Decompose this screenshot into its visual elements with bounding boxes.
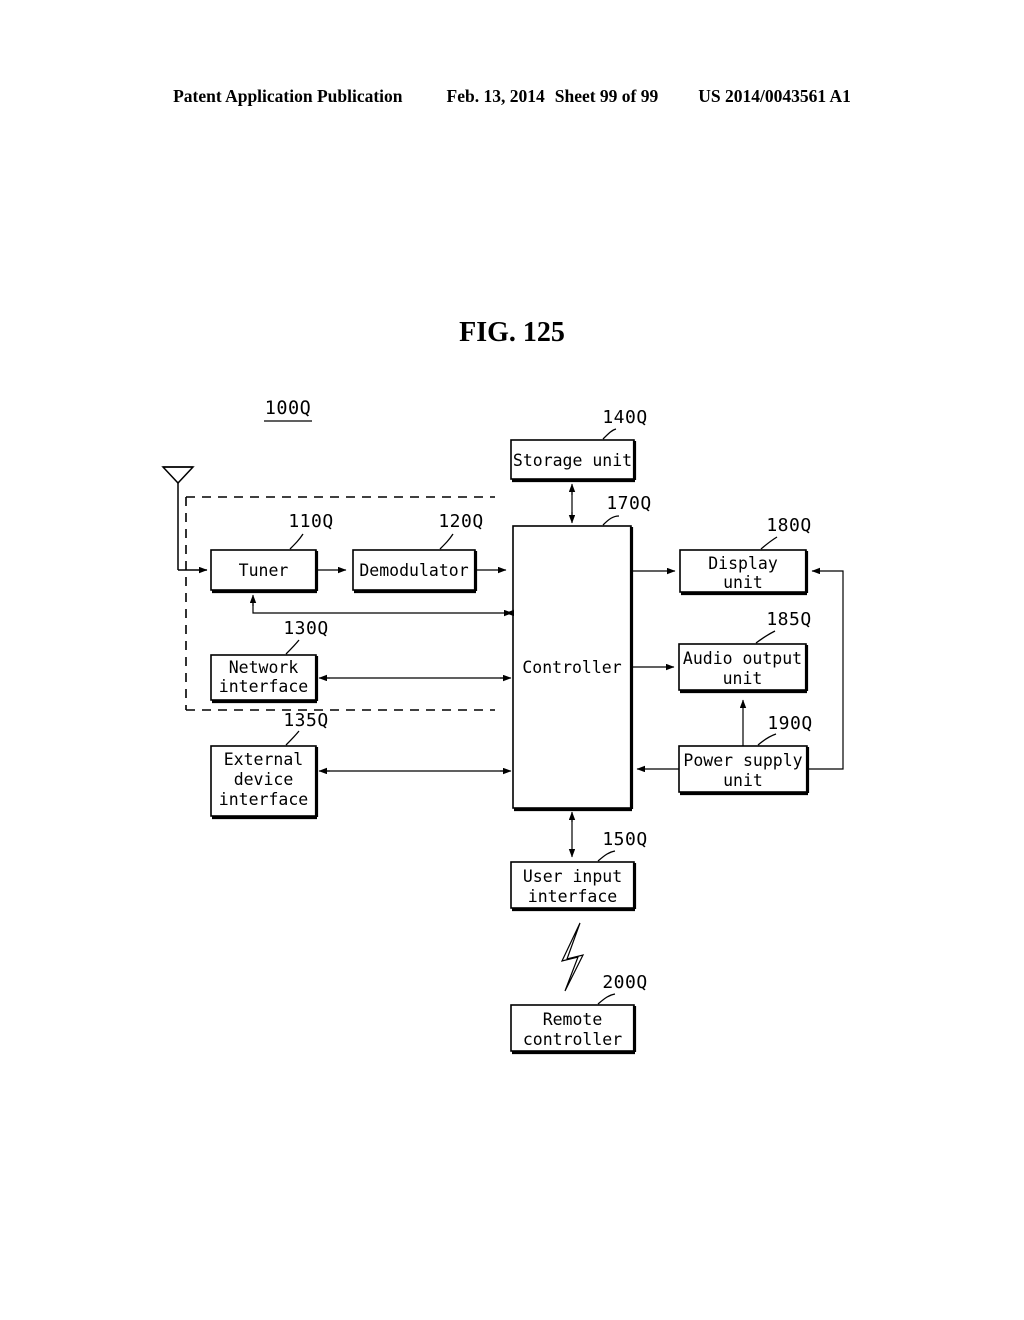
ref-110q: 110Q xyxy=(288,511,333,550)
block-tuner-label: Tuner xyxy=(239,561,289,580)
block-storage-unit[interactable]: Storage unit xyxy=(510,439,637,483)
block-power-supply-unit-label-1: Power supply xyxy=(683,751,802,770)
block-power-supply-unit-label-2: unit xyxy=(723,771,763,790)
block-remote-controller[interactable]: Remote controller xyxy=(510,1004,637,1055)
ref-200q: 200Q xyxy=(597,972,647,1005)
connector-controller-to-tuner xyxy=(249,594,514,617)
ref-110q-label: 110Q xyxy=(288,511,333,532)
block-audio-output-unit-label-1: Audio output xyxy=(683,649,802,668)
ref-170q-label: 170Q xyxy=(606,493,651,514)
block-power-supply-unit[interactable]: Power supply unit xyxy=(678,745,810,796)
system-ref-label: 100Q xyxy=(265,398,312,419)
ref-150q: 150Q xyxy=(597,829,647,862)
block-network-interface-label-1: Network xyxy=(229,658,299,677)
lightning-bolt-icon xyxy=(560,922,585,992)
block-display-unit-label-2: unit xyxy=(723,573,763,592)
ref-130q-label: 130Q xyxy=(283,618,328,639)
system-ref-100q: 100Q xyxy=(264,398,312,422)
ref-185q: 185Q xyxy=(755,609,811,644)
block-external-device-interface[interactable]: External device interface xyxy=(210,745,319,820)
ref-180q-label: 180Q xyxy=(766,515,811,536)
antenna-icon xyxy=(161,466,208,574)
ref-190q-label: 190Q xyxy=(767,713,812,734)
block-controller-label: Controller xyxy=(522,658,621,677)
block-user-input-interface-label-2: interface xyxy=(528,887,617,906)
ref-140q-label: 140Q xyxy=(602,407,647,428)
block-controller[interactable]: Controller xyxy=(512,525,634,812)
block-network-interface-label-2: interface xyxy=(219,677,308,696)
connector-power-to-display xyxy=(807,567,844,770)
ref-200q-label: 200Q xyxy=(602,972,647,993)
block-remote-controller-label-1: Remote xyxy=(543,1010,603,1029)
ref-180q: 180Q xyxy=(760,515,811,550)
ref-120q-label: 120Q xyxy=(438,511,483,532)
block-user-input-interface[interactable]: User input interface xyxy=(510,861,637,912)
block-network-interface[interactable]: Network interface xyxy=(210,654,319,704)
block-audio-output-unit-label-2: unit xyxy=(723,669,763,688)
ref-140q: 140Q xyxy=(602,407,647,440)
block-remote-controller-label-2: controller xyxy=(523,1030,622,1049)
ref-150q-label: 150Q xyxy=(602,829,647,850)
ref-190q: 190Q xyxy=(757,713,812,746)
ref-135q-label: 135Q xyxy=(283,710,328,731)
block-display-unit[interactable]: Display unit xyxy=(679,549,809,596)
ref-130q: 130Q xyxy=(283,618,328,655)
block-user-input-interface-label-1: User input xyxy=(523,867,622,886)
block-external-device-interface-label-2: device xyxy=(234,770,294,789)
block-external-device-interface-label-3: interface xyxy=(219,790,308,809)
block-demodulator[interactable]: Demodulator xyxy=(352,549,478,594)
block-audio-output-unit[interactable]: Audio output unit xyxy=(678,643,809,694)
ref-185q-label: 185Q xyxy=(766,609,811,630)
block-storage-unit-label: Storage unit xyxy=(513,451,632,470)
ref-135q: 135Q xyxy=(283,710,328,746)
block-display-unit-label-1: Display xyxy=(708,554,778,573)
ref-120q: 120Q xyxy=(438,511,483,550)
block-external-device-interface-label-1: External xyxy=(224,750,303,769)
figure-drawing: 100Q Tuner 110Q Demodulator 120Q Network… xyxy=(0,0,1024,1320)
block-demodulator-label: Demodulator xyxy=(359,561,468,580)
patent-page: Patent Application Publication Feb. 13, … xyxy=(0,0,1024,1320)
ref-170q: 170Q xyxy=(602,493,651,526)
block-tuner[interactable]: Tuner xyxy=(210,549,319,594)
